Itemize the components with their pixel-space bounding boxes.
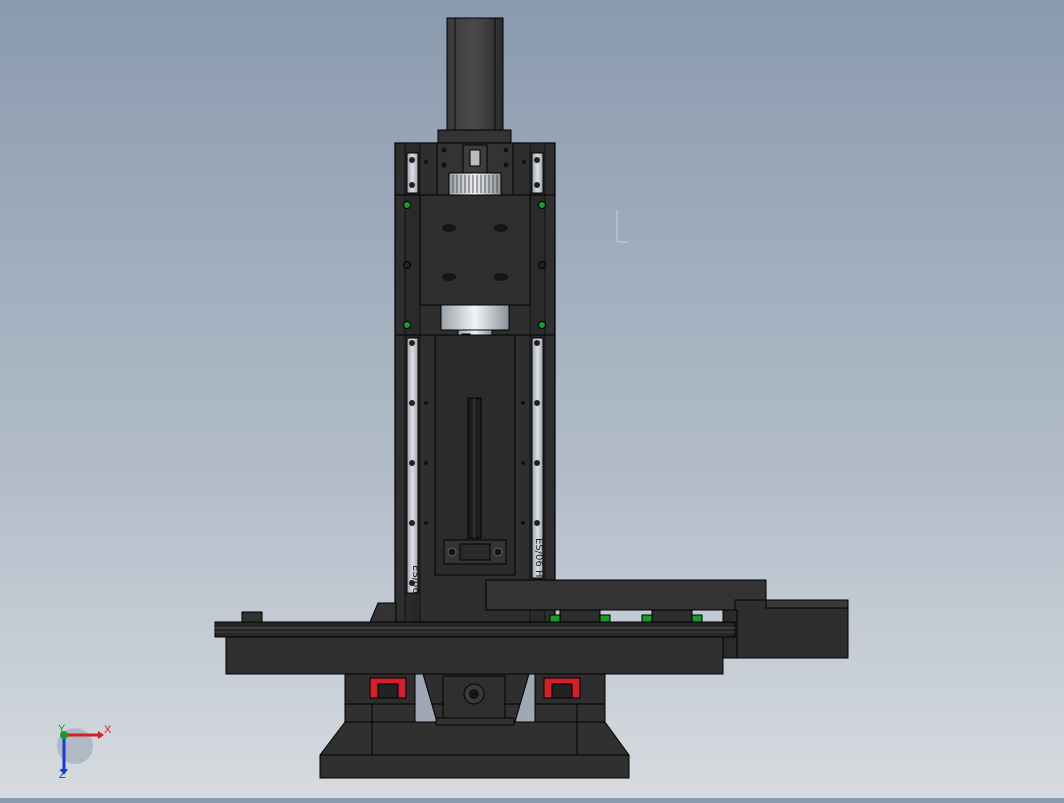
z-axis-stepper-motor[interactable] xyxy=(437,17,512,147)
spindle-housing[interactable] xyxy=(419,194,531,306)
model-canvas[interactable]: ES/06 H(mm) ES/06 H(mm) X Y Z xyxy=(0,0,1064,798)
x-axis-label: X xyxy=(104,724,112,736)
x-axis-carriage-plate[interactable] xyxy=(485,579,767,611)
lead-screw-bearing-block[interactable] xyxy=(443,539,507,565)
x-axis-stepper-motor[interactable] xyxy=(722,599,849,659)
cad-viewport[interactable]: ES/06 H(mm) ES/06 H(mm) X Y Z xyxy=(0,0,1064,798)
coordinate-triad: X Y Z xyxy=(57,723,112,781)
y-axis-label: Y xyxy=(58,723,66,735)
timing-pulley[interactable] xyxy=(448,172,502,196)
z-lead-screw[interactable] xyxy=(434,334,516,576)
origin-marker xyxy=(616,210,628,243)
z-axis-label: Z xyxy=(59,769,66,781)
z-linear-rail-right[interactable]: ES/06 H(mm) xyxy=(531,337,544,605)
